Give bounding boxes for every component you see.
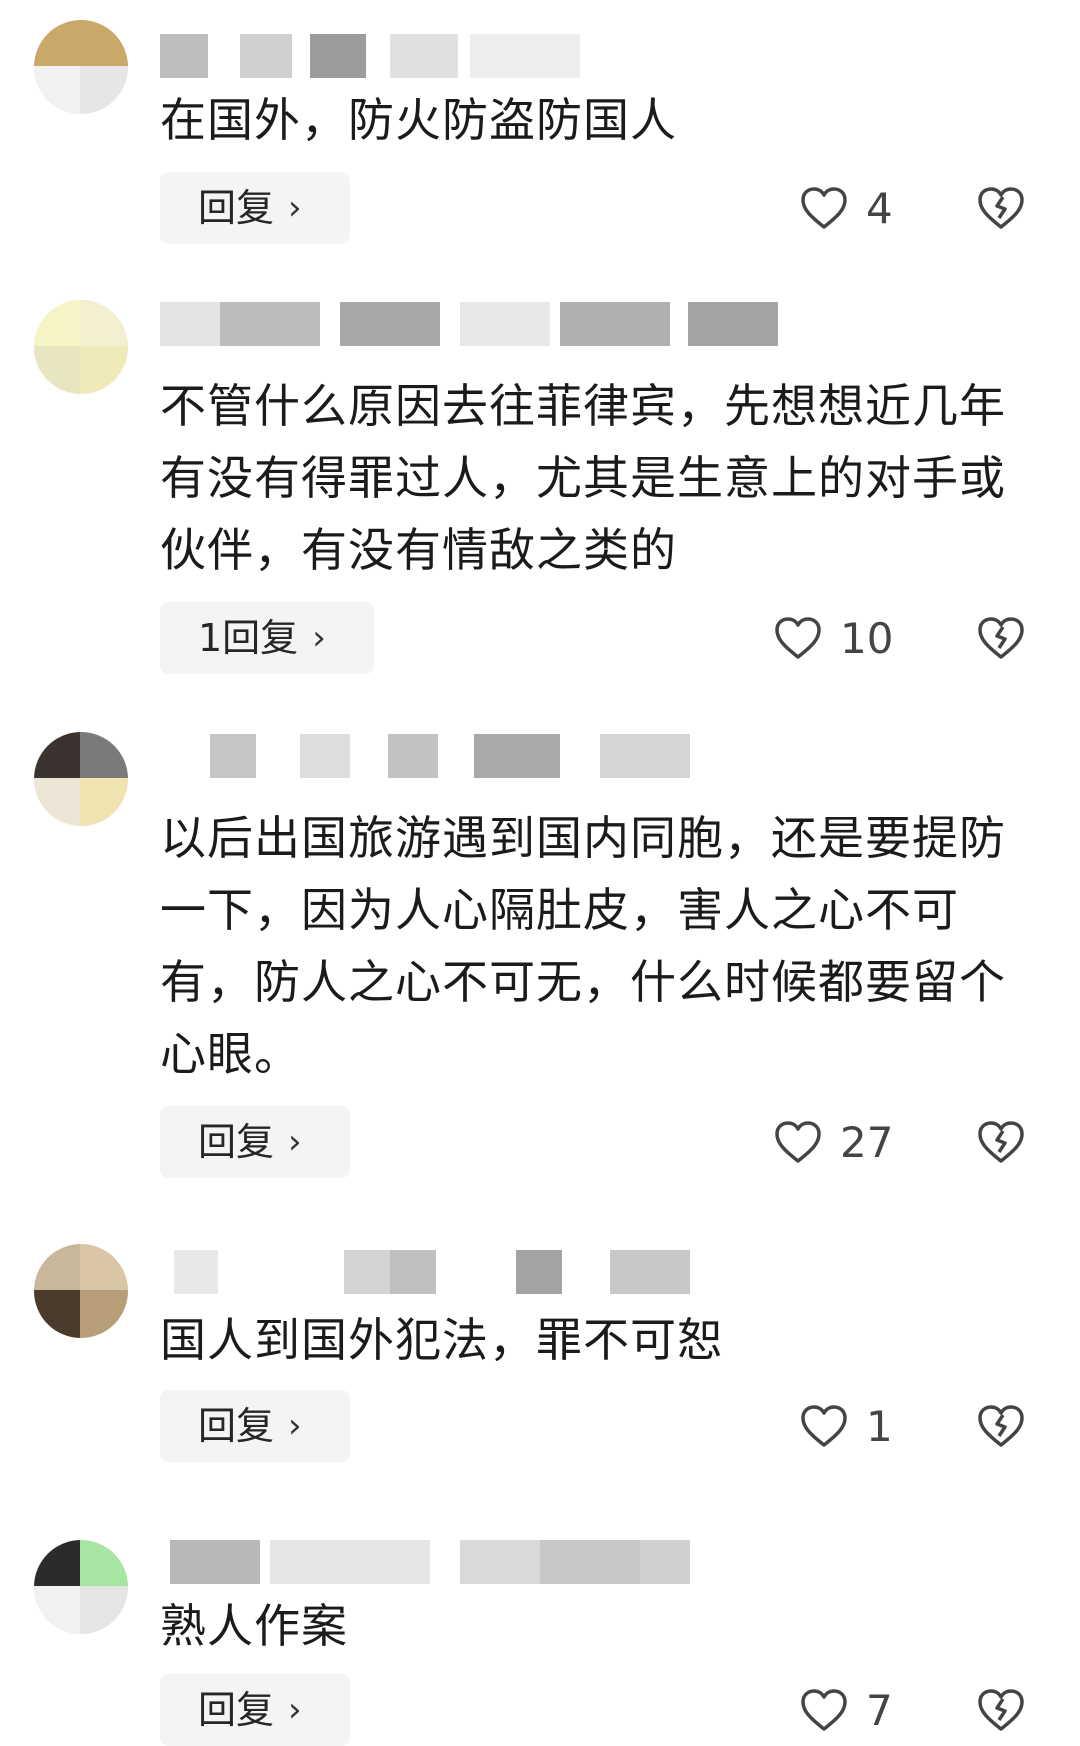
- reply-button[interactable]: 回复 ›: [160, 1674, 350, 1746]
- like-count: 1: [866, 1401, 893, 1451]
- broken-heart-icon: [978, 1689, 1024, 1731]
- like-button[interactable]: 27: [774, 1106, 893, 1178]
- avatar[interactable]: [34, 300, 128, 394]
- chevron-right-icon: ›: [288, 1122, 302, 1162]
- reply-button[interactable]: 1回复 ›: [160, 602, 374, 674]
- like-count: 7: [866, 1685, 893, 1735]
- comment-meta-redacted: [160, 34, 780, 78]
- dislike-button[interactable]: [976, 1674, 1026, 1746]
- reply-button[interactable]: 回复 ›: [160, 172, 350, 244]
- heart-outline-icon: [801, 1689, 847, 1731]
- like-count: 27: [840, 1117, 894, 1167]
- broken-heart-icon: [978, 617, 1024, 659]
- chevron-right-icon: ›: [288, 1406, 302, 1446]
- comment-text: 熟人作案: [160, 1599, 348, 1653]
- like-button[interactable]: 1: [800, 1390, 893, 1462]
- chevron-right-icon: ›: [312, 618, 326, 658]
- reply-label: 回复: [198, 1404, 275, 1448]
- reply-button[interactable]: 回复 ›: [160, 1106, 350, 1178]
- dislike-button[interactable]: [976, 602, 1026, 674]
- dislike-button[interactable]: [976, 172, 1026, 244]
- reply-button[interactable]: 回复 ›: [160, 1390, 350, 1462]
- reply-label: 回复: [198, 1120, 275, 1164]
- avatar[interactable]: [34, 20, 128, 114]
- broken-heart-icon: [978, 1121, 1024, 1163]
- dislike-button[interactable]: [976, 1390, 1026, 1462]
- broken-heart-icon: [978, 187, 1024, 229]
- reply-label: 1回复: [198, 616, 299, 660]
- comment-meta-redacted: [160, 734, 780, 778]
- chevron-right-icon: ›: [288, 188, 302, 228]
- comment-text: 在国外，防火防盗防国人: [160, 93, 677, 147]
- like-button[interactable]: 4: [800, 172, 893, 244]
- like-button[interactable]: 10: [774, 602, 893, 674]
- comment-text: 以后出国旅游遇到国内同胞，还是要提防一下，因为人心隔肚皮，害人之心不可有，防人之…: [160, 811, 1006, 1081]
- heart-outline-icon: [775, 1121, 821, 1163]
- broken-heart-icon: [978, 1405, 1024, 1447]
- comment-text: 不管什么原因去往菲律宾，先想想近几年有没有得罪过人，尤其是生意上的对手或伙伴，有…: [160, 379, 1006, 577]
- avatar[interactable]: [34, 1540, 128, 1634]
- heart-outline-icon: [801, 187, 847, 229]
- chevron-right-icon: ›: [288, 1690, 302, 1730]
- reply-label: 回复: [198, 1688, 275, 1732]
- avatar[interactable]: [34, 1244, 128, 1338]
- comment-text: 国人到国外犯法，罪不可恕: [160, 1313, 724, 1367]
- heart-outline-icon: [801, 1405, 847, 1447]
- comment-meta-redacted: [160, 1250, 780, 1294]
- dislike-button[interactable]: [976, 1106, 1026, 1178]
- comment-meta-redacted: [160, 302, 780, 346]
- like-count: 4: [866, 183, 893, 233]
- avatar[interactable]: [34, 732, 128, 826]
- like-count: 10: [840, 613, 894, 663]
- heart-outline-icon: [775, 617, 821, 659]
- comment-meta-redacted: [160, 1540, 780, 1584]
- like-button[interactable]: 7: [800, 1674, 893, 1746]
- reply-label: 回复: [198, 186, 275, 230]
